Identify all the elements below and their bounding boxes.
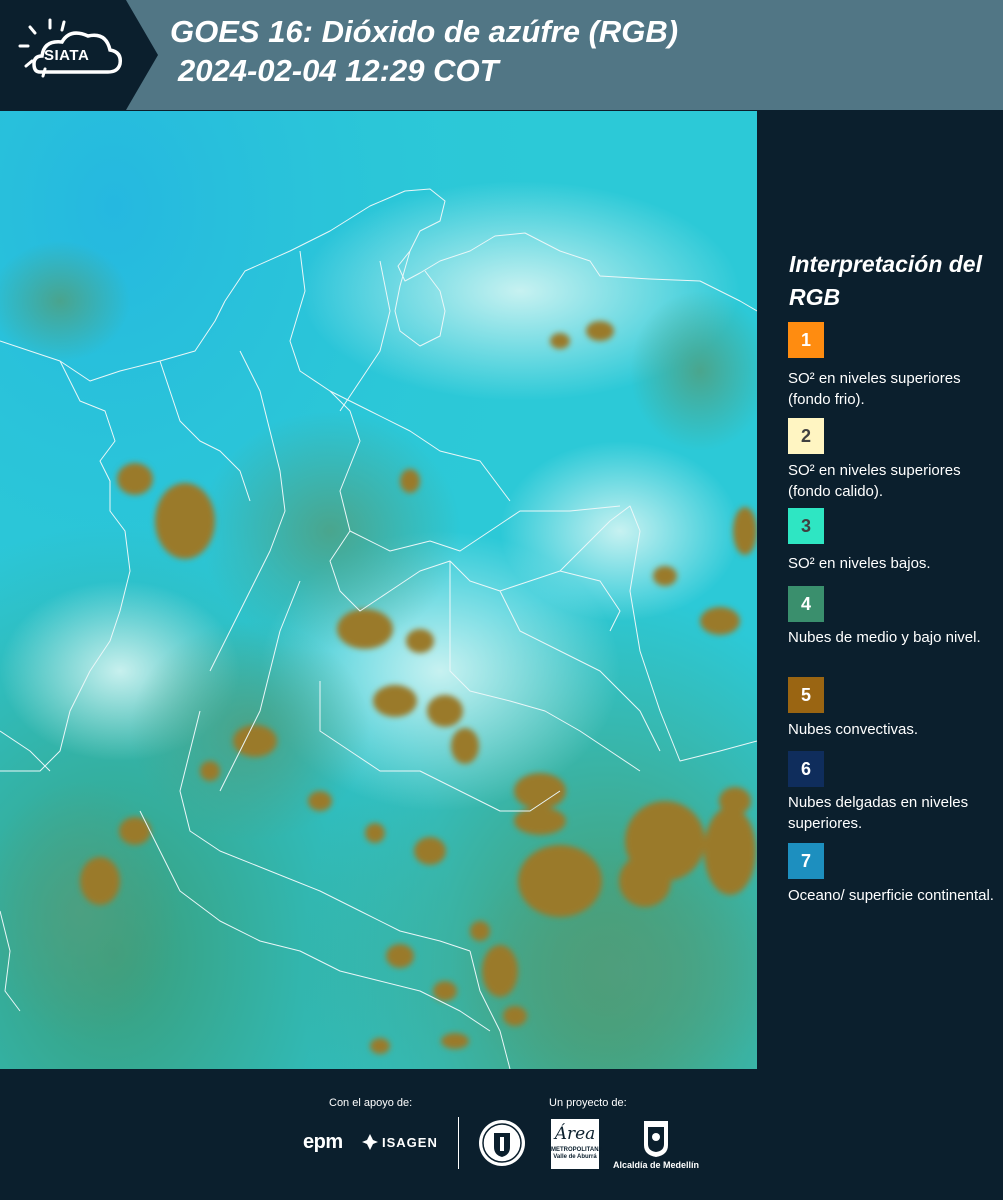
legend-label-4: Nubes de medio y bajo nivel.	[788, 629, 981, 646]
epm-logo[interactable]: epm	[303, 1131, 343, 1154]
header-bar: SIATA GOES 16: Dióxido de azúfre (RGB) 2…	[0, 0, 1003, 110]
area-logo-text: METROPOLITANA Valle de Aburrá	[551, 1147, 603, 1160]
satellite-image	[0, 111, 757, 1069]
legend-swatch-3: 3	[788, 508, 824, 544]
rgb-legend: Interpretación del RGB 1 SO² en niveles …	[768, 110, 1003, 1068]
legend-label-3: SO² en niveles bajos.	[788, 555, 931, 572]
footer: Con el apoyo de: Un proyecto de: epm ISA…	[0, 1069, 1003, 1200]
legend-label-2: SO² en niveles superiores (fondo calido)…	[788, 462, 961, 500]
legend-label-7: Oceano/ superficie continental.	[788, 887, 994, 904]
siata-logo-text: SIATA	[44, 47, 90, 64]
isagen-mark-icon	[362, 1134, 378, 1150]
area-metropolitana-logo[interactable]: Área METROPOLITANA Valle de Aburrá	[551, 1119, 603, 1169]
legend-swatch-2: 2	[788, 418, 824, 454]
satellite-map[interactable]	[0, 111, 757, 1069]
page-title: GOES 16: Dióxido de azúfre (RGB)	[170, 14, 679, 49]
legend-swatch-4: 4	[788, 586, 824, 622]
footer-divider	[458, 1117, 459, 1169]
siata-logo[interactable]: SIATA	[0, 0, 158, 110]
legend-swatch-6: 6	[788, 751, 824, 787]
project-label: Un proyecto de:	[549, 1097, 627, 1109]
alcaldia-text: Alcaldía de Medellín	[613, 1160, 700, 1170]
support-label: Con el apoyo de:	[329, 1097, 413, 1109]
legend-swatch-5: 5	[788, 677, 824, 713]
legend-label-1: SO² en niveles superiores (fondo frio).	[788, 370, 961, 408]
legend-label-6: Nubes delgadas en niveles superiores.	[788, 794, 969, 832]
area-logo-script: Área	[554, 1124, 596, 1144]
alcaldia-crest-icon[interactable]	[642, 1119, 670, 1159]
isagen-logo[interactable]: ISAGEN	[382, 1135, 438, 1150]
legend-swatch-1: 1	[788, 322, 824, 358]
medellin-seal-icon[interactable]	[478, 1119, 526, 1167]
legend-title: Interpretación del RGB	[789, 251, 982, 310]
legend-swatch-7: 7	[788, 843, 824, 879]
legend-label-5: Nubes convectivas.	[788, 721, 919, 738]
page-timestamp: 2024-02-04 12:29 COT	[178, 53, 499, 88]
